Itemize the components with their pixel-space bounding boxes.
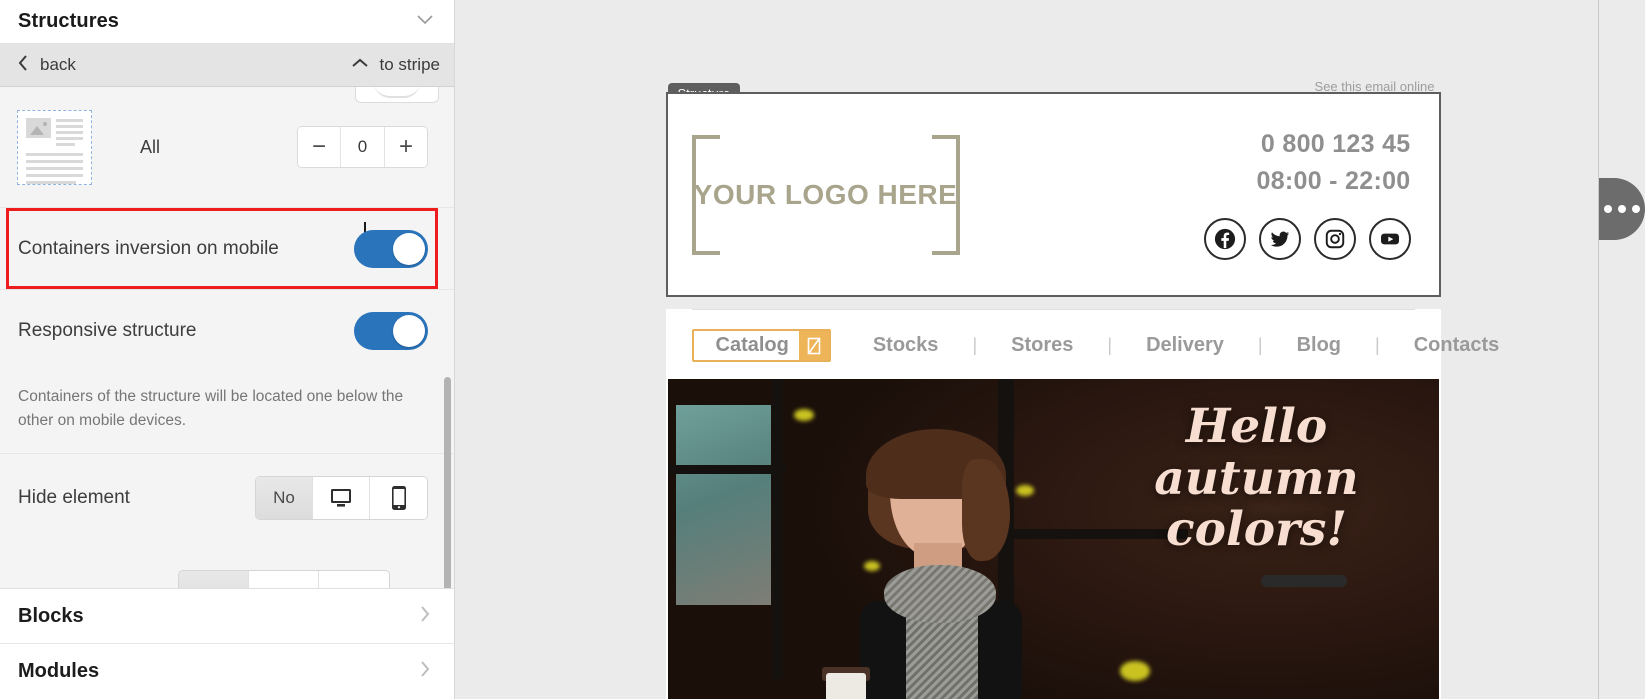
responsive-structure-toggle[interactable]	[354, 311, 428, 350]
chevron-up-icon	[350, 56, 370, 75]
back-button[interactable]: back	[16, 53, 76, 78]
accordion-list: Blocks Modules	[0, 588, 454, 699]
email-canvas: Structure See this email online YOUR LOG…	[455, 0, 1645, 699]
chevron-left-icon	[16, 53, 30, 78]
partial-seg-3[interactable]	[319, 571, 389, 588]
social-links	[1203, 217, 1411, 260]
chevron-right-icon	[418, 604, 432, 629]
hero-headline: Hello autumn colors!	[1107, 401, 1407, 556]
chevron-right-icon	[418, 659, 432, 684]
ellipsis-icon	[1632, 205, 1640, 213]
hero-line-1: Hello	[1185, 399, 1328, 454]
responsive-structure-row: Responsive structure	[0, 289, 454, 371]
containers-inversion-toggle[interactable]	[354, 229, 428, 268]
hide-element-option-no[interactable]: No	[256, 476, 313, 519]
logo-text: YOUR LOGO HERE	[693, 178, 958, 210]
hero-line-2: autumn	[1154, 450, 1359, 506]
quantity-stepper[interactable]: − 0 +	[297, 126, 428, 168]
page-title: Structures	[18, 10, 120, 32]
email-topbar: Structure See this email online	[666, 0, 1441, 105]
hide-element-row: Hide element No	[0, 453, 454, 541]
hide-element-label: Hide element	[18, 486, 130, 508]
hero-banner[interactable]: Hello autumn colors!	[665, 379, 1441, 699]
nav-item-catalog[interactable]: Catalog	[691, 329, 831, 362]
desktop-icon[interactable]	[313, 476, 370, 519]
responsive-structure-help: Containers of the structure will be loca…	[18, 388, 404, 430]
mobile-icon[interactable]	[370, 476, 427, 519]
twitter-icon[interactable]	[1258, 217, 1301, 260]
partial-seg-2[interactable]	[249, 571, 319, 588]
to-stripe-label: to stripe	[379, 55, 440, 74]
decrement-button[interactable]: −	[298, 127, 340, 167]
partial-segmented-bottom[interactable]	[178, 570, 390, 588]
nav-item-stores[interactable]: Stores	[977, 334, 1107, 357]
working-hours: 08:00 - 22:00	[1256, 166, 1411, 195]
logo-placeholder[interactable]: YOUR LOGO HERE	[691, 134, 960, 255]
chevron-down-icon[interactable]	[414, 8, 436, 35]
canvas-edge-divider	[1598, 0, 1599, 699]
nav-item-label: Catalog	[715, 334, 789, 356]
panel-header: Structures	[0, 0, 454, 44]
nav-item-stocks[interactable]: Stocks	[839, 334, 973, 357]
email-nav-block[interactable]: Catalog Stocks | Stores | Delivery | Blo…	[665, 309, 1499, 379]
responsive-structure-label: Responsive structure	[18, 319, 197, 341]
sidebar-scrollbar[interactable]	[444, 377, 451, 588]
increment-button[interactable]: +	[385, 127, 427, 167]
hide-element-segmented[interactable]: No	[255, 475, 428, 520]
back-label: back	[40, 55, 76, 74]
email-preview: Structure See this email online YOUR LOG…	[665, 0, 1499, 699]
sidebar-item-blocks[interactable]: Blocks	[0, 589, 454, 644]
ellipsis-icon	[1604, 205, 1612, 213]
instagram-icon[interactable]	[1313, 217, 1356, 260]
all-padding-row: All − 0 +	[0, 87, 454, 207]
modules-label: Modules	[18, 660, 100, 682]
blocks-label: Blocks	[18, 604, 84, 627]
edit-block-icon[interactable]	[798, 331, 829, 360]
nav-item-delivery[interactable]: Delivery	[1112, 334, 1258, 357]
all-label: All	[140, 136, 161, 157]
phone-number: 0 800 123 45	[1260, 129, 1411, 158]
structure-thumbnail-icon[interactable]	[17, 109, 92, 185]
email-nav: Catalog Stocks | Stores | Delivery | Blo…	[691, 310, 1499, 379]
hero-person	[786, 405, 1086, 699]
to-stripe-button[interactable]: to stripe	[350, 55, 440, 75]
youtube-icon[interactable]	[1368, 217, 1411, 260]
containers-inversion-row: Containers inversion on mobile	[0, 207, 454, 289]
sidebar-item-modules[interactable]: Modules	[0, 644, 454, 699]
partial-seg-1[interactable]	[179, 571, 249, 588]
header-contact-block: 0 800 123 45 08:00 - 22:00	[1203, 129, 1413, 260]
nav-item-blog[interactable]: Blog	[1263, 334, 1375, 357]
containers-inversion-label: Containers inversion on mobile	[18, 237, 279, 259]
canvas-right-strip	[1599, 0, 1645, 699]
stepper-value[interactable]: 0	[341, 127, 384, 167]
nav-item-contacts[interactable]: Contacts	[1380, 334, 1534, 357]
app-root: Structures back to stripe All − 0 + Cont…	[0, 0, 1645, 699]
hero-line-3: colors!	[1165, 502, 1348, 558]
ellipsis-icon	[1618, 205, 1626, 213]
email-header-block[interactable]: YOUR LOGO HERE 0 800 123 45 08:00 - 22:0…	[665, 92, 1441, 297]
facebook-icon[interactable]	[1203, 217, 1246, 260]
settings-sidebar: Structures back to stripe All − 0 + Cont…	[0, 0, 455, 699]
settings-scroll-area[interactable]: All − 0 + Containers inversion on mobile	[0, 87, 454, 588]
breadcrumb: back to stripe	[0, 44, 454, 87]
